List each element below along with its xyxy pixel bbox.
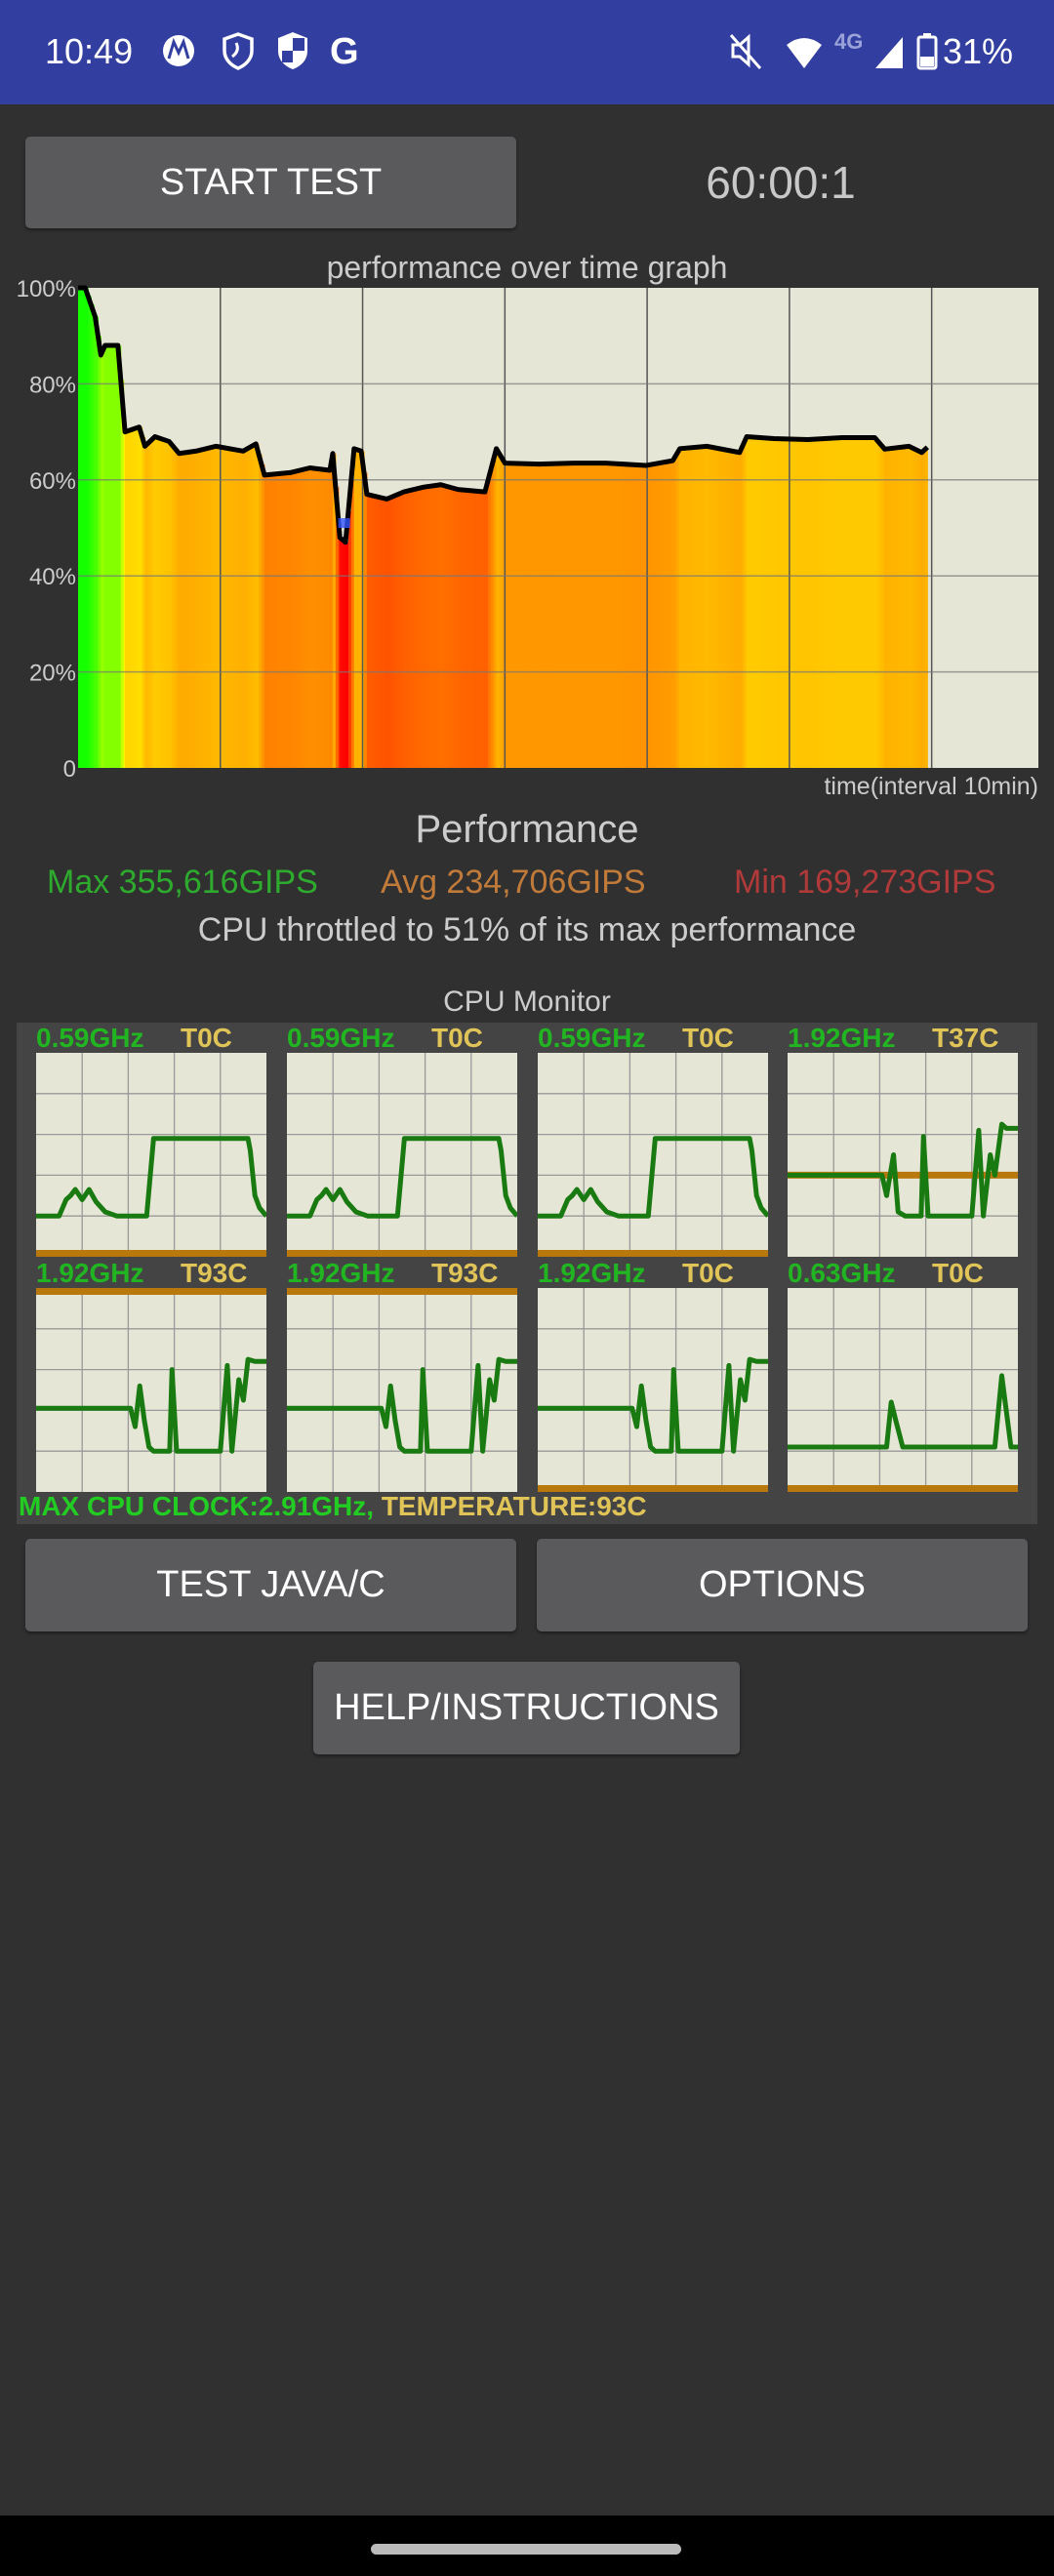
- core-frequency: 0.59GHz: [36, 1023, 144, 1053]
- core-temperature-bar: [538, 1485, 768, 1492]
- core-graph-background: [36, 1288, 266, 1492]
- core-graph: [538, 1053, 768, 1257]
- core-frequency: 1.92GHz: [287, 1258, 395, 1288]
- core-temperature: T0C: [932, 1258, 984, 1288]
- core-temperature: T0C: [682, 1023, 734, 1053]
- min-performance: Min 169,273GIPS: [734, 864, 996, 901]
- core-graph: [538, 1288, 768, 1492]
- y-tick-label: 80%: [29, 372, 76, 398]
- y-tick-label: 100%: [17, 276, 76, 302]
- core-temperature-bar: [788, 1485, 1018, 1492]
- core-graph: [788, 1288, 1018, 1492]
- core-frequency: 1.92GHz: [538, 1258, 646, 1288]
- y-tick-label: 0: [63, 756, 76, 783]
- throttle-summary: CPU throttled to 51% of its max performa…: [197, 911, 857, 948]
- core-frequency: 1.92GHz: [36, 1258, 144, 1288]
- core-graph-background: [538, 1288, 768, 1492]
- core-frequency: 0.59GHz: [287, 1023, 395, 1053]
- y-tick-label: 60%: [29, 468, 76, 495]
- options-button[interactable]: OPTIONS: [537, 1539, 1028, 1631]
- avg-performance: Avg 234,706GIPS: [381, 864, 646, 901]
- core-temperature-bar: [36, 1250, 266, 1257]
- core-graph: [788, 1053, 1018, 1257]
- performance-chart: 0 20% 40% 60% 80% 100%: [17, 276, 1038, 783]
- max-performance: Max 355,616GIPS: [47, 864, 318, 901]
- help-instructions-button[interactable]: HELP/INSTRUCTIONS: [313, 1662, 740, 1754]
- core-temperature: T0C: [431, 1023, 483, 1053]
- core-frequency: 1.92GHz: [788, 1023, 896, 1053]
- core-temperature-bar: [36, 1288, 266, 1295]
- core-temperature-bar: [287, 1288, 517, 1295]
- core-temperature: T37C: [932, 1023, 999, 1053]
- core-graph: [287, 1053, 517, 1257]
- core-temperature: T93C: [181, 1258, 248, 1288]
- core-graph: [36, 1053, 266, 1257]
- test-java-c-button[interactable]: TEST JAVA/C: [25, 1539, 516, 1631]
- core-temperature: T0C: [682, 1258, 734, 1288]
- home-gesture-handle[interactable]: [371, 2544, 681, 2555]
- core-temperature-bar: [538, 1250, 768, 1257]
- core-graph-background: [287, 1288, 517, 1492]
- core-graph: [36, 1288, 266, 1492]
- cpu-monitor-title: CPU Monitor: [443, 986, 611, 1018]
- y-tick-label: 20%: [29, 661, 76, 687]
- cpu-monitor-footer: MAX CPU CLOCK:2.91GHz, TEMPERATURE:93C: [19, 1491, 647, 1522]
- core-temperature-bar: [287, 1250, 517, 1257]
- y-tick-label: 40%: [29, 564, 76, 590]
- core-temperature: T0C: [181, 1023, 232, 1053]
- core-graph-background: [788, 1053, 1018, 1257]
- performance-title: Performance: [415, 808, 639, 851]
- max-cpu-clock: MAX CPU CLOCK:2.91GHz,: [19, 1491, 375, 1521]
- core-temperature: T93C: [431, 1258, 499, 1288]
- core-frequency: 0.59GHz: [538, 1023, 646, 1053]
- fill-slice: [924, 450, 928, 768]
- max-temperature: TEMPERATURE:93C: [381, 1491, 647, 1521]
- core-graph-background: [788, 1288, 1018, 1492]
- x-axis-label: time(interval 10min): [824, 773, 1038, 800]
- min-marker: [338, 518, 350, 529]
- core-frequency: 0.63GHz: [788, 1258, 896, 1288]
- cpu-monitor-panel: MAX CPU CLOCK:2.91GHz, TEMPERATURE:93C 0…: [17, 1023, 1037, 1524]
- core-graph: [287, 1288, 517, 1492]
